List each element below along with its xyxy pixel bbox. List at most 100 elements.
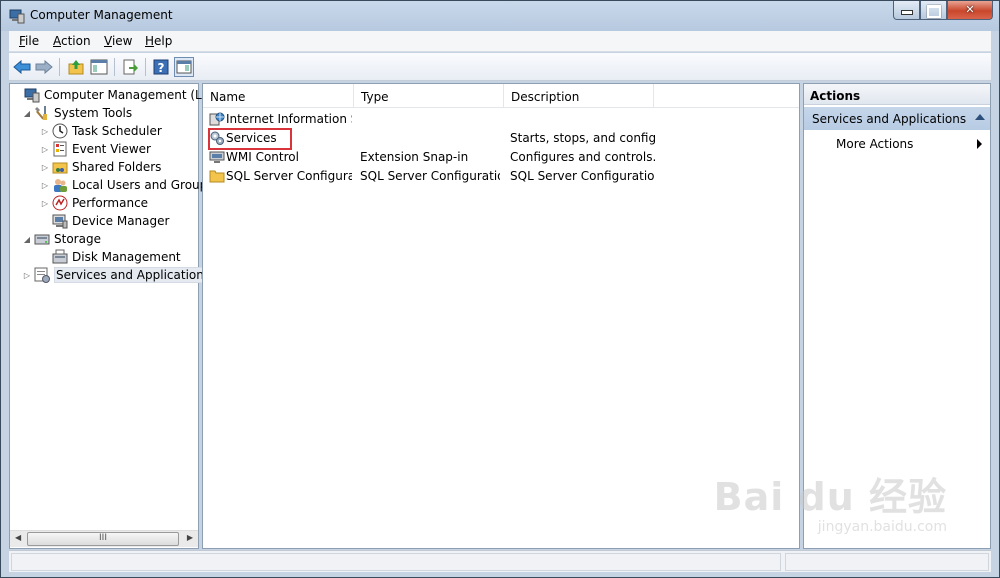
expander-arrow-icon[interactable]: ◢ — [22, 109, 32, 118]
back-button[interactable] — [12, 57, 32, 77]
tree-item-system-tools[interactable]: ◢ System Tools — [22, 104, 132, 122]
menu-help[interactable]: Help — [145, 34, 172, 48]
list-item[interactable]: Services Starts, stops, and config... — [203, 129, 799, 148]
close-icon: ✕ — [965, 3, 975, 16]
iis-icon — [209, 111, 225, 127]
tree-item-task-scheduler[interactable]: ▷ Task Scheduler — [40, 122, 162, 140]
disk-management-icon — [52, 249, 68, 265]
tree-item-label: Performance — [72, 196, 149, 210]
toolbar-separator — [145, 58, 146, 76]
expander-arrow-icon[interactable]: ◢ — [22, 235, 32, 244]
window-title: Computer Management — [30, 8, 173, 22]
show-hide-console-tree-icon — [90, 59, 108, 75]
expander-arrow-icon[interactable]: ▷ — [22, 271, 32, 280]
toolbar: ? — [9, 53, 991, 81]
services-applications-icon — [34, 267, 50, 283]
expander-arrow-icon[interactable]: ▷ — [40, 145, 50, 154]
cell-name: SQL Server Configurat... — [226, 169, 352, 183]
up-folder-icon — [68, 60, 84, 75]
tree-item-label: Task Scheduler — [72, 124, 162, 138]
device-manager-icon — [52, 213, 68, 229]
tree-item-storage[interactable]: ◢ Storage — [22, 230, 101, 248]
up-folder-button[interactable] — [66, 57, 86, 77]
close-button[interactable]: ✕ — [947, 1, 993, 20]
menu-bar: File Action View Help — [9, 31, 991, 52]
list-item[interactable]: Internet Information S... — [203, 110, 799, 129]
toolbar-separator — [59, 58, 60, 76]
tree-item-computer-management-local[interactable]: Computer Management (Local — [12, 86, 226, 104]
tree-item-label: Storage — [54, 232, 101, 246]
tree-item-label: System Tools — [54, 106, 133, 120]
column-header-description[interactable]: Description — [504, 84, 654, 108]
scroll-right-arrow-icon[interactable]: ▶ — [187, 533, 193, 542]
title-bar[interactable]: Computer Management ✕ — [1, 1, 999, 31]
tree-horizontal-scrollbar[interactable]: ◀ III ▶ — [10, 530, 198, 547]
export-list-icon — [123, 59, 138, 75]
list-item[interactable]: SQL Server Configurat... SQL Server Confi… — [203, 167, 799, 186]
computer-management-icon — [9, 8, 25, 24]
wmi-control-icon — [209, 149, 225, 165]
tree-item-label: Shared Folders — [72, 160, 162, 174]
expander-arrow-icon[interactable]: ▷ — [40, 163, 50, 172]
maximize-button[interactable] — [920, 1, 947, 20]
help-icon: ? — [153, 59, 169, 75]
local-users-icon — [52, 177, 68, 193]
tree-item-event-viewer[interactable]: ▷ Event Viewer — [40, 140, 151, 158]
tree-item-shared-folders[interactable]: ▷ Shared Folders — [40, 158, 161, 176]
show-hide-action-pane-icon — [176, 60, 192, 74]
scroll-left-arrow-icon[interactable]: ◀ — [15, 533, 21, 542]
show-hide-console-tree-button[interactable] — [89, 57, 109, 77]
cell-name: Internet Information S... — [226, 112, 352, 126]
actions-section-header[interactable]: Services and Applications — [804, 107, 990, 130]
export-list-button[interactable] — [120, 57, 140, 77]
status-bar — [9, 550, 991, 572]
console-tree: Computer Management (Local ◢ System Tools ▷… — [9, 83, 226, 549]
help-button[interactable]: ? — [151, 57, 171, 77]
minimize-button[interactable] — [893, 1, 920, 20]
computer-management-window: Computer Management ✕ File Action View H… — [0, 0, 1000, 578]
tree-item-device-manager[interactable]: Device Manager — [40, 212, 169, 230]
tree-item-services-and-applications[interactable]: ▷ Services and Applications — [22, 266, 213, 284]
tree-item-disk-management[interactable]: Disk Management — [40, 248, 181, 266]
submenu-arrow-icon — [977, 139, 982, 149]
collapse-triangle-icon[interactable] — [975, 114, 985, 120]
show-hide-action-pane-button[interactable] — [174, 57, 194, 77]
cell-description: Starts, stops, and config... — [510, 131, 655, 145]
expander-arrow-icon[interactable]: ▷ — [40, 181, 50, 190]
task-scheduler-icon — [52, 123, 68, 139]
minimize-icon — [894, 6, 919, 15]
cell-description: SQL Server Configuratio... — [510, 169, 655, 183]
tree-item-label: Local Users and Groups — [72, 178, 214, 192]
scrollbar-thumb[interactable]: III — [27, 532, 179, 546]
more-actions-item[interactable]: More Actions — [836, 137, 913, 151]
performance-icon — [52, 195, 68, 211]
column-header-type[interactable]: Type — [354, 84, 504, 108]
tree-item-label: Event Viewer — [72, 142, 151, 156]
system-tools-icon — [34, 105, 50, 121]
tree-item-label: Disk Management — [72, 250, 181, 264]
column-header-row: Name Type Description — [203, 84, 799, 108]
storage-icon — [34, 231, 50, 247]
toolbar-separator — [114, 58, 115, 76]
baidu-jingyan-watermark: Bai du 经验 jingyan.baidu.com — [713, 475, 947, 535]
tree-item-performance[interactable]: ▷ Performance — [40, 194, 148, 212]
menu-view[interactable]: View — [104, 34, 132, 48]
tree-item-label: Device Manager — [72, 214, 170, 228]
cell-name: WMI Control — [226, 150, 299, 164]
menu-file[interactable]: File — [19, 34, 39, 48]
expander-arrow-icon[interactable]: ▷ — [40, 127, 50, 136]
results-list: Name Type Description Internet Informati… — [202, 83, 800, 549]
column-header-name[interactable]: Name — [203, 84, 354, 108]
forward-button[interactable] — [34, 57, 54, 77]
services-highlight-box — [208, 128, 292, 150]
computer-management-icon — [24, 87, 40, 103]
list-item[interactable]: WMI Control Extension Snap-in Configures a… — [203, 148, 799, 167]
cell-description: Configures and controls... — [510, 150, 655, 164]
tree-item-local-users-and-groups[interactable]: ▷ Local Users and Groups — [40, 176, 214, 194]
status-segment — [11, 553, 781, 571]
tree-item-label: Computer Management (Local — [44, 88, 227, 102]
menu-action[interactable]: Action — [53, 34, 91, 48]
cell-type: Extension Snap-in — [360, 150, 469, 164]
status-segment — [785, 553, 989, 571]
expander-arrow-icon[interactable]: ▷ — [40, 199, 50, 208]
